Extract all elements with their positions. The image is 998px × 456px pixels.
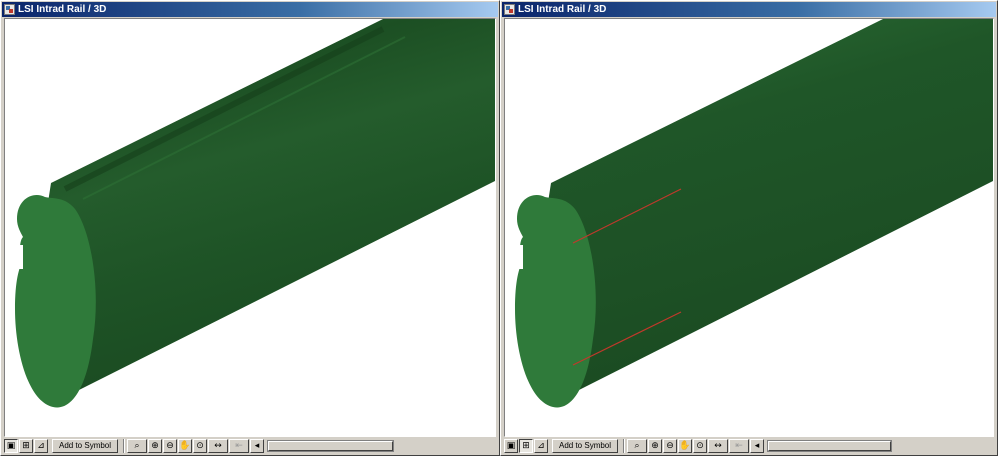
- window-title: LSI Intrad Rail / 3D: [18, 4, 107, 15]
- pan-hand-icon[interactable]: ✋: [678, 439, 693, 453]
- horizontal-scrollbar[interactable]: [267, 440, 394, 452]
- fit-view-icon[interactable]: ⊙: [193, 439, 208, 453]
- scroll-left-icon[interactable]: ◂: [250, 439, 265, 453]
- window-icon: [4, 4, 15, 15]
- title-bar[interactable]: LSI Intrad Rail / 3D: [2, 2, 498, 17]
- zoom-window-icon[interactable]: ⊞: [19, 439, 33, 453]
- 3d-viewport[interactable]: [504, 18, 994, 437]
- rail-notch: [515, 245, 523, 269]
- rotate-zoom-icon[interactable]: ↔: [208, 439, 229, 453]
- view-3d-icon[interactable]: ▣: [504, 439, 518, 453]
- previous-view-icon[interactable]: ⇤: [229, 439, 250, 453]
- zoom-window-icon[interactable]: ⊞: [519, 439, 533, 453]
- scrollbar-thumb[interactable]: [268, 441, 393, 451]
- window-title: LSI Intrad Rail / 3D: [518, 4, 607, 15]
- add-to-symbol-button[interactable]: Add to Symbol: [552, 439, 619, 453]
- zoom-in-icon[interactable]: ⊕: [148, 439, 163, 453]
- perspective-icon[interactable]: ⊿: [34, 439, 48, 453]
- 3d-viewport[interactable]: [4, 18, 496, 437]
- toolbar-separator: [123, 439, 126, 453]
- status-toolbar: ▣ ⊞ ⊿ Add to Symbol ⌕ ⊕ ⊖ ✋ ⊙ ↔ ⇤ ◂: [2, 438, 498, 454]
- zoom-in-icon[interactable]: ⊕: [648, 439, 663, 453]
- status-toolbar: ▣ ⊞ ⊿ Add to Symbol ⌕ ⊕ ⊖ ✋ ⊙ ↔ ⇤ ◂: [502, 438, 996, 454]
- window-icon: [504, 4, 515, 15]
- add-to-symbol-button[interactable]: Add to Symbol: [52, 439, 119, 453]
- rail-profile-end: [515, 195, 596, 408]
- rail-profile-end: [15, 195, 96, 408]
- previous-view-icon[interactable]: ⇤: [729, 439, 750, 453]
- viewer-window-right: LSI Intrad Rail / 3D ▣ ⊞ ⊿ Add to Symbol…: [500, 0, 998, 456]
- rail-notch: [15, 245, 23, 269]
- rail-length-face: [547, 19, 993, 391]
- scroll-left-icon[interactable]: ◂: [750, 439, 765, 453]
- horizontal-scrollbar[interactable]: [767, 440, 892, 452]
- fit-view-icon[interactable]: ⊙: [693, 439, 708, 453]
- rail-model: [15, 19, 495, 408]
- scrollbar-thumb[interactable]: [768, 441, 891, 451]
- toolbar-separator: [623, 439, 626, 453]
- rail-model: [515, 19, 993, 408]
- zoom-menu-icon[interactable]: ⌕: [627, 439, 648, 453]
- view-3d-icon[interactable]: ▣: [4, 439, 18, 453]
- title-bar[interactable]: LSI Intrad Rail / 3D: [502, 2, 996, 17]
- zoom-menu-icon[interactable]: ⌕: [127, 439, 148, 453]
- zoom-out-icon[interactable]: ⊖: [663, 439, 678, 453]
- perspective-icon[interactable]: ⊿: [534, 439, 548, 453]
- rail-length-face: [47, 19, 495, 391]
- zoom-out-icon[interactable]: ⊖: [163, 439, 178, 453]
- rotate-zoom-icon[interactable]: ↔: [708, 439, 729, 453]
- viewer-window-left: LSI Intrad Rail / 3D ▣ ⊞ ⊿ Add to Symbol: [0, 0, 500, 456]
- pan-hand-icon[interactable]: ✋: [178, 439, 193, 453]
